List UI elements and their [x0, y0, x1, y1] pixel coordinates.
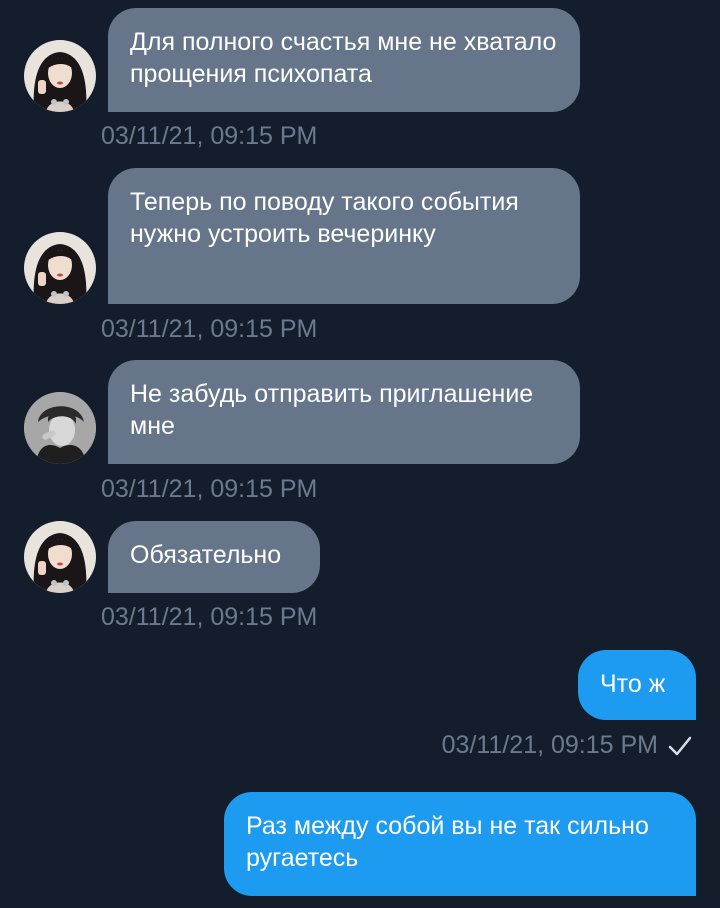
message-timestamp: 03/11/21, 09:15 PM	[101, 603, 318, 631]
message-text: Обязательно	[130, 541, 282, 569]
message-text: Теперь по поводу такого события нужно ус…	[130, 188, 519, 248]
avatar-girl[interactable]	[24, 40, 96, 112]
check-icon	[668, 736, 692, 756]
avatar-girl[interactable]	[24, 521, 96, 593]
message-text: Для полного счастья мне не хватало проще…	[130, 28, 557, 88]
message-text: Что ж	[600, 670, 666, 698]
message-bubble[interactable]: Обязательно	[108, 521, 320, 593]
message-timestamp: 03/11/21, 09:15 PM	[101, 315, 318, 343]
message-text: Не забудь отправить приглашение мне	[130, 380, 534, 440]
message-timestamp: 03/11/21, 09:15 PM	[101, 475, 318, 503]
message-text: Раз между собой вы не так сильно ругаете…	[246, 812, 649, 872]
message-timestamp: 03/11/21, 09:15 PM	[441, 731, 658, 759]
avatar-guy[interactable]	[24, 392, 96, 464]
message-bubble[interactable]: Раз между собой вы не так сильно ругаете…	[224, 792, 696, 896]
avatar-girl[interactable]	[24, 232, 96, 304]
message-bubble[interactable]: Для полного счастья мне не хватало проще…	[108, 8, 580, 112]
message-bubble[interactable]: Теперь по поводу такого события нужно ус…	[108, 168, 580, 304]
chat-thread[interactable]: Для полного счастья мне не хватало проще…	[0, 0, 720, 908]
message-timestamp: 03/11/21, 09:15 PM	[101, 122, 318, 150]
message-bubble[interactable]: Не забудь отправить приглашение мне	[108, 360, 580, 464]
message-bubble[interactable]: Что ж	[578, 650, 696, 720]
